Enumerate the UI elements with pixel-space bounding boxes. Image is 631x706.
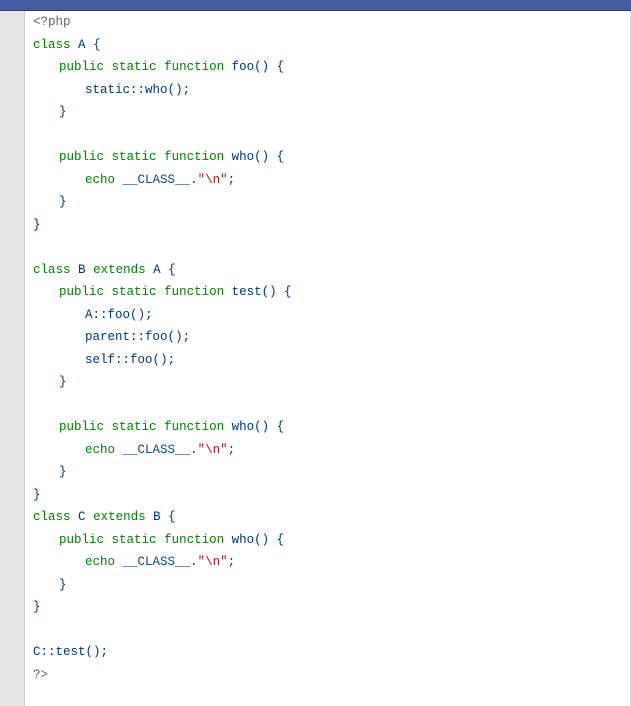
- code-line: }: [33, 574, 622, 597]
- code-line: class A {: [33, 34, 622, 57]
- line-gutter: [0, 11, 25, 706]
- code-line: public static function foo() {: [33, 56, 622, 79]
- blank-line: [33, 236, 622, 259]
- editor-wrapper: <?php class A { public static function f…: [0, 11, 631, 706]
- code-line: <?php: [33, 11, 622, 34]
- blank-line: [33, 394, 622, 417]
- code-line: C::test();: [33, 641, 622, 664]
- code-line: public static function who() {: [33, 529, 622, 552]
- code-line: self::foo();: [33, 349, 622, 372]
- code-line: }: [33, 191, 622, 214]
- code-line: ?>: [33, 664, 622, 687]
- code-line: }: [33, 214, 622, 237]
- code-line: }: [33, 484, 622, 507]
- code-line: public static function who() {: [33, 146, 622, 169]
- top-bar: [0, 0, 631, 11]
- code-line: parent::foo();: [33, 326, 622, 349]
- code-line: A::foo();: [33, 304, 622, 327]
- php-close-tag: ?>: [33, 668, 48, 682]
- code-area: <?php class A { public static function f…: [25, 11, 631, 706]
- code-line: class B extends A {: [33, 259, 622, 282]
- php-open-tag: <?php: [33, 15, 71, 29]
- code-line: echo __CLASS__."\n";: [33, 551, 622, 574]
- code-line: }: [33, 371, 622, 394]
- code-line: class C extends B {: [33, 506, 622, 529]
- code-line: public static function test() {: [33, 281, 622, 304]
- blank-line: [33, 619, 622, 642]
- code-line: }: [33, 596, 622, 619]
- blank-line: [33, 124, 622, 147]
- code-line: }: [33, 461, 622, 484]
- code-line: }: [33, 101, 622, 124]
- code-line: echo __CLASS__."\n";: [33, 169, 622, 192]
- code-line: public static function who() {: [33, 416, 622, 439]
- code-line: static::who();: [33, 79, 622, 102]
- code-line: echo __CLASS__."\n";: [33, 439, 622, 462]
